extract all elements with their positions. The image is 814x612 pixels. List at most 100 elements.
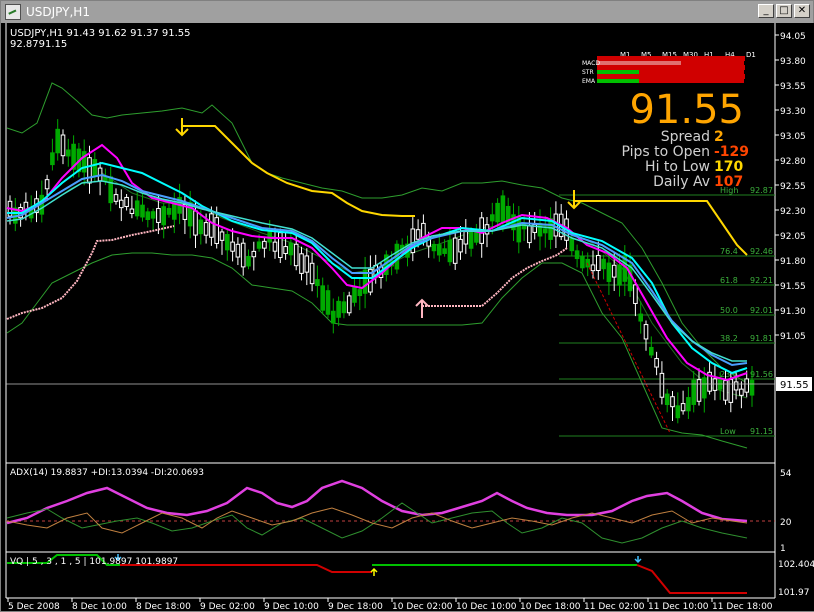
candle-body xyxy=(235,243,241,258)
candle-body xyxy=(124,196,129,208)
price-axis-label: 91.55 xyxy=(780,282,806,292)
signal-cell xyxy=(723,61,744,65)
fib-level-value: 92.01 xyxy=(750,306,773,315)
candle-body xyxy=(325,290,331,315)
title-bar[interactable]: USDJPY,H1 _ □ ✕ xyxy=(1,1,813,23)
window-controls: _ □ ✕ xyxy=(758,4,810,18)
fib-level-value: 91.81 xyxy=(750,334,773,343)
candle-body xyxy=(733,381,739,391)
candle-body xyxy=(749,379,755,396)
stat-label: Spread xyxy=(661,129,710,145)
candle-body xyxy=(256,241,262,249)
candle-body xyxy=(654,358,659,368)
candle-body xyxy=(87,157,92,184)
price-axis-label: 91.05 xyxy=(780,332,806,342)
time-axis-label: 10 Dec 10:00 xyxy=(456,602,517,611)
candle-body xyxy=(463,231,469,245)
candle-body xyxy=(315,279,320,287)
candle-body xyxy=(659,372,665,398)
candle-body xyxy=(119,199,124,209)
candle-body xyxy=(246,255,251,267)
signal-cell xyxy=(597,61,618,65)
candle-body xyxy=(283,246,288,255)
adx-axis-label: 1 xyxy=(780,544,786,554)
signal-cell xyxy=(597,79,618,83)
stat-value: 107 xyxy=(714,174,743,190)
candle-body xyxy=(675,405,681,419)
candle-body xyxy=(431,243,437,252)
fib-level-value: 91.15 xyxy=(750,427,773,436)
signal-cell xyxy=(681,61,702,65)
time-axis-label: 10 Dec 18:00 xyxy=(520,602,581,611)
time-axis-label: 5 Dec 2008 xyxy=(8,602,60,611)
signal-cell xyxy=(639,70,660,74)
candle-body xyxy=(601,258,606,270)
price-axis-label: 91.30 xyxy=(780,307,806,317)
candle-body xyxy=(638,313,644,322)
signal-cell xyxy=(660,61,681,65)
candle-body xyxy=(341,301,347,314)
maximize-button[interactable]: □ xyxy=(776,4,792,18)
candle-body xyxy=(336,300,341,318)
indicator-row-label: EMA xyxy=(582,78,596,85)
candle-body xyxy=(680,403,686,412)
price-axis-label: 92.05 xyxy=(780,232,806,242)
candle-body xyxy=(633,284,638,304)
candle-body xyxy=(643,324,649,340)
candle-body xyxy=(537,222,543,237)
candle-body xyxy=(543,228,548,234)
signal-cell xyxy=(702,61,723,65)
candle-body xyxy=(92,159,98,177)
fib-level-value: 92.46 xyxy=(750,247,773,256)
adx-axis-label: 54 xyxy=(780,469,792,479)
chart-subheader: 92.8791.15 xyxy=(10,39,67,50)
chart-canvas[interactable]: High 92.8776.4 92.4661.8 92.2150.0 92.0138.2… xyxy=(2,23,814,611)
price-axis-label: 92.80 xyxy=(780,157,806,167)
price-axis-label: 92.55 xyxy=(780,182,806,192)
signal-cell xyxy=(660,79,681,83)
candle-body xyxy=(415,229,421,240)
signal-cell xyxy=(618,70,639,74)
candle-body xyxy=(649,346,654,356)
close-button[interactable]: ✕ xyxy=(794,4,810,18)
signal-cell xyxy=(702,79,723,83)
fib-level-label: 38.2 xyxy=(720,334,738,343)
indicator-row-label: STR xyxy=(582,69,594,76)
stat-value: -129 xyxy=(714,144,749,160)
fib-level-value: 91.56 xyxy=(750,370,773,379)
candle-body xyxy=(156,208,161,223)
candle-body xyxy=(193,210,198,236)
stat-label: Daily Av xyxy=(653,174,710,190)
minimize-button[interactable]: _ xyxy=(758,4,774,18)
adx-header: ADX(14) 19.8837 +DI:13.0394 -DI:20.0693 xyxy=(10,468,204,478)
signal-matrix: M1 M5 M15 M30 H1 H4 D1MACDSTREMA xyxy=(582,51,756,85)
fib-level-label: 76.4 xyxy=(720,247,738,256)
vq-axis-label: 102.4041 xyxy=(778,560,814,570)
candle-body xyxy=(134,200,140,217)
candle-body xyxy=(55,128,61,154)
candle-body xyxy=(251,250,257,258)
candle-body xyxy=(569,237,575,252)
candle-body xyxy=(166,207,172,215)
candle-body xyxy=(627,264,633,292)
candle-body xyxy=(113,194,119,202)
signal-cell xyxy=(597,70,618,74)
time-axis-label: 9 Dec 18:00 xyxy=(328,602,383,611)
signal-cell xyxy=(681,70,702,74)
time-axis-label: 8 Dec 18:00 xyxy=(136,602,191,611)
candle-body xyxy=(108,176,114,204)
candle-body xyxy=(596,254,601,271)
big-price: 91.55 xyxy=(629,87,744,133)
stat-label: Pips to Open xyxy=(621,144,710,160)
candle-body xyxy=(230,241,235,252)
time-axis-label: 9 Dec 02:00 xyxy=(200,602,255,611)
fib-level-label: 61.8 xyxy=(720,276,738,285)
candle-body xyxy=(129,208,135,214)
candle-body xyxy=(590,264,596,272)
candle-body xyxy=(198,219,204,235)
candle-body xyxy=(272,241,278,252)
signal-cell xyxy=(723,79,744,83)
timeframe-label: D1 xyxy=(746,51,756,59)
candle-body xyxy=(150,211,156,219)
candle-body xyxy=(50,152,55,166)
